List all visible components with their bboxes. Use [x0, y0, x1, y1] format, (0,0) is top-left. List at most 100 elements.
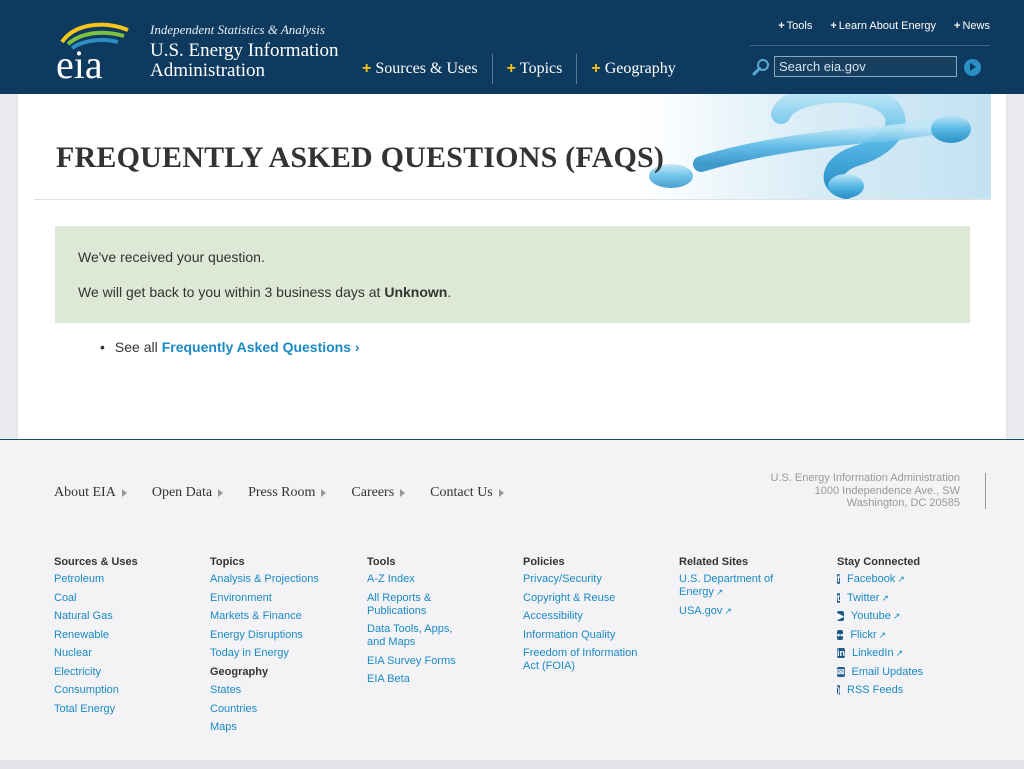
footer-nav-press-room[interactable]: Press Room: [248, 485, 327, 501]
site-header: eia Independent Statistics & Analysis U.…: [0, 0, 1024, 94]
footer-link[interactable]: A-Z Index: [367, 573, 467, 586]
logo-text[interactable]: Independent Statistics & Analysis U.S. E…: [150, 22, 339, 81]
plus-icon: +: [506, 60, 516, 77]
plus-icon: +: [830, 20, 837, 32]
plus-icon: +: [362, 60, 372, 77]
footer-link[interactable]: Today in Energy: [210, 647, 360, 660]
footer-link[interactable]: EIA Survey Forms: [367, 655, 467, 668]
main-nav-geography[interactable]: + Geography: [591, 54, 689, 84]
search-input[interactable]: [774, 56, 957, 77]
footer-link[interactable]: Countries: [210, 703, 360, 716]
footer-subheading: Geography: [210, 665, 269, 678]
footer-link[interactable]: Coal: [54, 592, 204, 605]
agency-name-line2: Administration: [150, 60, 266, 81]
util-nav-learn[interactable]: + Learn About Energy: [830, 18, 936, 45]
main-nav: + Sources & Uses + Topics + Geography: [362, 54, 704, 84]
footer-link[interactable]: Maps: [210, 721, 360, 734]
twitter-icon: t: [837, 592, 840, 603]
footer-link[interactable]: EIA Beta: [367, 673, 467, 686]
external-link-icon: ↗: [878, 629, 887, 640]
main-content: FREQUENTLY ASKED QUESTIONS (FAQS) We've …: [17, 94, 1007, 439]
question-mark-illustration: [641, 94, 991, 199]
social-flickr[interactable]: •• Flickr ↗: [837, 629, 967, 642]
footer-nav: About EIA Open Data Press Room Careers C…: [54, 485, 529, 501]
footer-col-sources-uses: Sources & Uses Petroleum Coal Natural Ga…: [54, 556, 204, 721]
footer-link[interactable]: All Reports & Publications: [367, 592, 467, 618]
confirmation-notice: We've received your question. We will ge…: [55, 226, 970, 323]
footer-col-heading: Related Sites: [679, 556, 749, 568]
arrow-right-icon: [121, 489, 127, 497]
footer-col-heading: Policies: [523, 556, 565, 568]
footer-link[interactable]: Environment: [210, 592, 360, 605]
footer-col-policies: Policies Privacy/Security Copyright & Re…: [523, 556, 648, 679]
util-nav-tools[interactable]: + Tools: [778, 18, 812, 45]
footer-link[interactable]: Information Quality: [523, 629, 648, 642]
search-icon: [752, 59, 769, 76]
util-nav-news[interactable]: + News: [954, 18, 990, 45]
social-twitter[interactable]: t Twitter ↗: [837, 592, 967, 605]
site-footer: About EIA Open Data Press Room Careers C…: [0, 439, 1024, 769]
footer-link[interactable]: States: [210, 684, 360, 697]
footer-link[interactable]: Energy Disruptions: [210, 629, 360, 642]
social-youtube[interactable]: ▶ Youtube ↗: [837, 610, 967, 623]
plus-icon: +: [778, 20, 785, 32]
footer-link[interactable]: Consumption: [54, 684, 204, 697]
see-all-faqs: • See all Frequently Asked Questions ›: [100, 339, 360, 355]
footer-link[interactable]: Analysis & Projections: [210, 573, 360, 586]
main-nav-topics[interactable]: + Topics: [507, 54, 578, 84]
footer-nav-about[interactable]: About EIA: [54, 485, 127, 501]
agency-address: U.S. Energy Information Administration 1…: [770, 472, 960, 509]
plus-icon: +: [954, 20, 961, 32]
search-submit-button[interactable]: [964, 59, 981, 76]
rss-icon: ): [837, 685, 840, 695]
footer-col-tools: Tools A-Z Index All Reports & Publicatio…: [367, 556, 467, 692]
social-email-updates[interactable]: ✉ Email Updates: [837, 666, 967, 679]
tagline: Independent Statistics & Analysis: [150, 22, 325, 37]
utility-nav: + Tools + Learn About Energy + News: [750, 18, 990, 46]
footer-link-doe[interactable]: U.S. Department of Energy ↗: [679, 573, 789, 599]
page-banner: FREQUENTLY ASKED QUESTIONS (FAQS): [34, 94, 991, 200]
arrow-right-icon: [498, 489, 504, 497]
footer-nav-careers[interactable]: Careers: [351, 485, 406, 501]
footer-link[interactable]: Total Energy: [54, 703, 204, 716]
external-link-icon: ↗: [715, 587, 724, 597]
footer-link-usagov[interactable]: USA.gov ↗: [679, 605, 789, 618]
notice-line1: We've received your question.: [78, 249, 265, 265]
footer-link[interactable]: Petroleum: [54, 573, 204, 586]
main-nav-sources-uses[interactable]: + Sources & Uses: [362, 54, 493, 84]
footer-link[interactable]: Privacy/Security: [523, 573, 648, 586]
social-linkedin[interactable]: in LinkedIn ↗: [837, 647, 967, 660]
external-link-icon: ↗: [724, 605, 732, 616]
footer-nav-open-data[interactable]: Open Data: [152, 485, 224, 501]
external-link-icon: ↗: [881, 592, 889, 603]
footer-col-heading: Sources & Uses: [54, 556, 138, 568]
eia-logo[interactable]: eia: [54, 20, 136, 82]
footer-link[interactable]: Renewable: [54, 629, 204, 642]
external-link-icon: ↗: [895, 648, 904, 658]
footer-link[interactable]: Freedom of Information Act (FOIA): [523, 647, 648, 673]
footer-link[interactable]: Copyright & Reuse: [523, 592, 648, 605]
footer-link[interactable]: Electricity: [54, 666, 204, 679]
footer-col-stay-connected: Stay Connected f Facebook ↗ t Twitter ↗ ▶ You…: [837, 556, 967, 703]
footer-link[interactable]: Data Tools, Apps, and Maps: [367, 623, 467, 649]
social-rss[interactable]: ) RSS Feeds: [837, 684, 967, 697]
footer-link[interactable]: Markets & Finance: [210, 610, 360, 623]
email-icon: ✉: [837, 666, 845, 677]
facebook-icon: f: [837, 574, 840, 584]
divider: [985, 473, 986, 509]
flickr-icon: ••: [837, 629, 844, 640]
footer-link[interactable]: Natural Gas: [54, 610, 204, 623]
notice-line2: We will get back to you within 3 busines…: [78, 284, 452, 300]
footer-col-heading: Topics: [210, 556, 245, 568]
linkedin-icon: in: [837, 648, 845, 658]
bullet: •: [100, 339, 105, 355]
social-facebook[interactable]: f Facebook ↗: [837, 573, 967, 586]
footer-nav-contact[interactable]: Contact Us: [430, 485, 504, 501]
footer-link[interactable]: Accessibility: [523, 610, 648, 623]
arrow-right-icon: [218, 489, 224, 497]
footer-link[interactable]: Nuclear: [54, 647, 204, 660]
svg-text:eia: eia: [56, 42, 103, 82]
faq-link[interactable]: Frequently Asked Questions ›: [162, 339, 360, 355]
footer-col-heading: Tools: [367, 556, 396, 568]
youtube-icon: ▶: [837, 611, 844, 621]
